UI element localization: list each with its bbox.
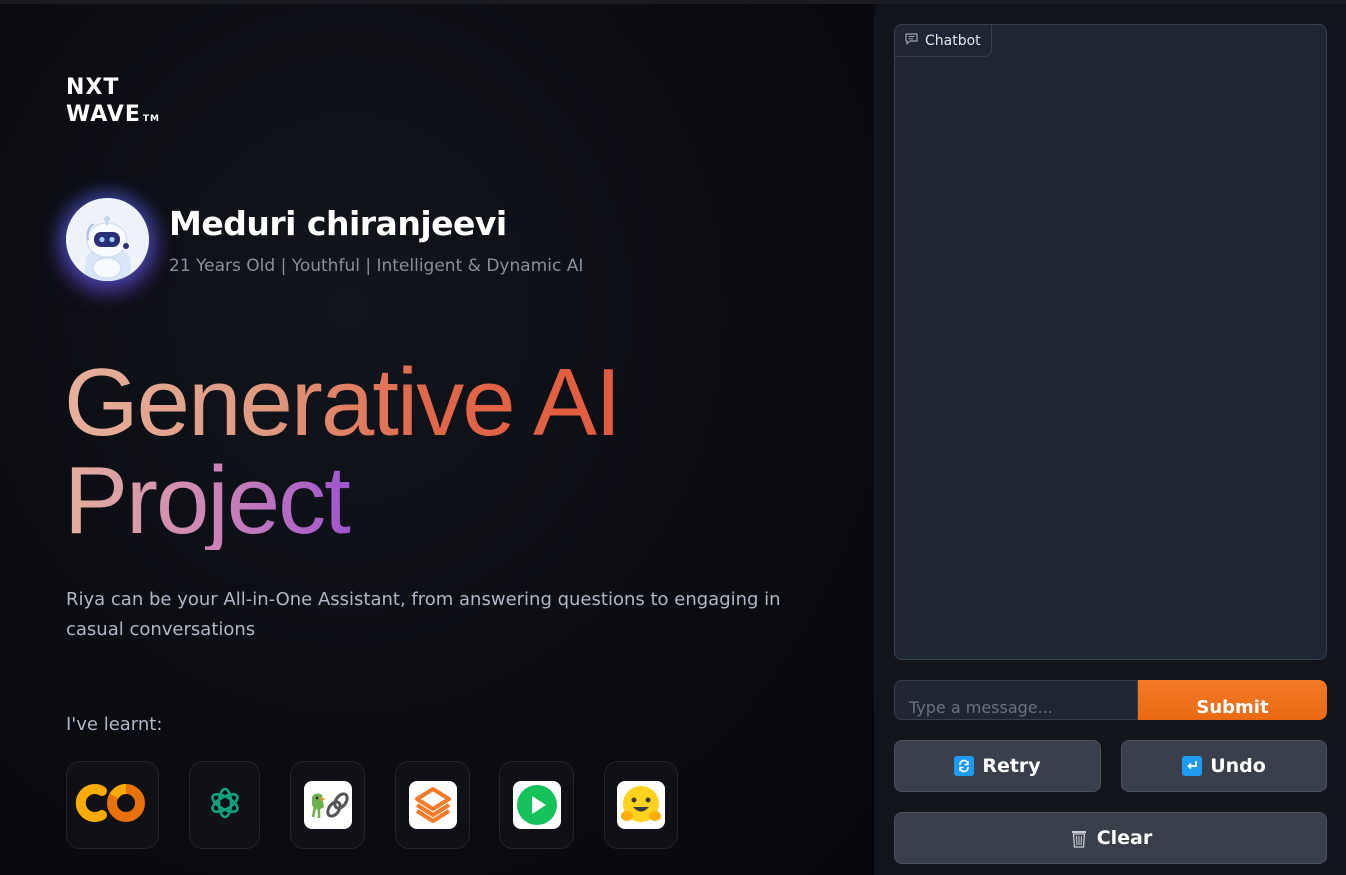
message-input[interactable] bbox=[894, 680, 1138, 720]
profile-name: Meduri chiranjeevi bbox=[169, 204, 507, 243]
chatbot-label-text: Chatbot bbox=[925, 32, 981, 49]
tool-card-colab[interactable] bbox=[66, 761, 159, 849]
nxtwave-logo: NXT WAVE TM bbox=[66, 74, 160, 133]
google-colab-icon bbox=[74, 779, 152, 831]
retry-button[interactable]: Retry bbox=[894, 740, 1101, 792]
trash-icon bbox=[1069, 828, 1089, 848]
logo-trademark: TM bbox=[142, 114, 160, 124]
robot-avatar-icon bbox=[66, 198, 149, 281]
clear-button[interactable]: Clear bbox=[894, 812, 1327, 864]
clear-label: Clear bbox=[1096, 827, 1153, 849]
message-input-row: Submit bbox=[894, 680, 1327, 720]
retry-label: Retry bbox=[982, 755, 1041, 777]
undo-label: Undo bbox=[1210, 755, 1266, 777]
logo-word: WAVE bbox=[66, 102, 141, 127]
openai-icon bbox=[206, 784, 244, 826]
tool-card-stack[interactable] bbox=[395, 761, 470, 849]
hugging-face-icon bbox=[617, 781, 665, 829]
chatbot-label: Chatbot bbox=[895, 25, 992, 57]
tool-card-huggingface[interactable] bbox=[604, 761, 678, 849]
undo-icon bbox=[1182, 756, 1203, 776]
langchain-icon bbox=[303, 781, 352, 829]
tool-card-openai[interactable] bbox=[189, 761, 260, 849]
chat-bubble-icon bbox=[905, 32, 918, 49]
chat-panel: Chatbot Submit Retry Undo Clear bbox=[874, 4, 1346, 875]
layered-stack-icon bbox=[408, 781, 457, 829]
assistant-description: Riya can be your All-in-One Assistant, f… bbox=[66, 589, 781, 640]
submit-button[interactable]: Submit bbox=[1138, 680, 1327, 720]
chatbot-message-area[interactable]: Chatbot bbox=[894, 24, 1327, 660]
hero-title: Generative AI Project bbox=[64, 349, 622, 550]
intro-panel: NXT WAVE TM Meduri chiranjeevi 21 Years O… bbox=[0, 4, 874, 875]
profile-tagline: 21 Years Old | Youthful | Intelligent & … bbox=[169, 256, 584, 276]
learnt-heading: I've learnt: bbox=[66, 714, 163, 735]
hero-title-line-2: Project bbox=[64, 452, 620, 550]
hero-title-line-1: Generative AI bbox=[64, 349, 622, 456]
tool-card-play[interactable] bbox=[499, 761, 574, 849]
tool-card-langchain[interactable] bbox=[290, 761, 365, 849]
logo-line-1: NXT bbox=[66, 75, 120, 100]
logo-line-2: WAVE TM bbox=[66, 101, 160, 133]
retry-icon bbox=[954, 756, 975, 776]
undo-button[interactable]: Undo bbox=[1121, 740, 1327, 792]
play-icon bbox=[512, 781, 561, 829]
